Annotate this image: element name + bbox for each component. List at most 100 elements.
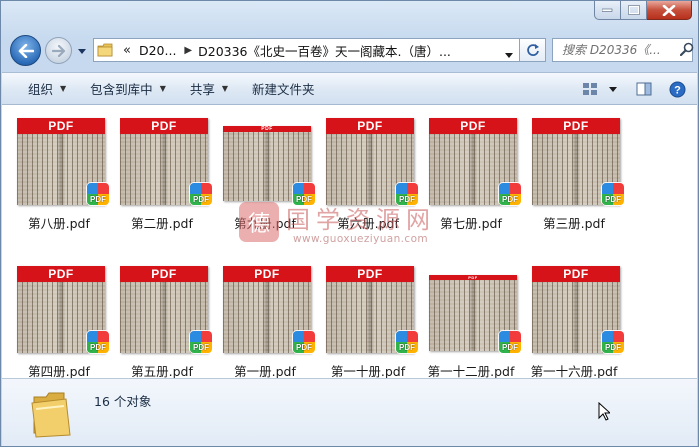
pdf-badge-text: PDF: [193, 343, 209, 352]
view-options-dropdown[interactable]: [607, 77, 619, 101]
breadcrumb-separator-icon[interactable]: ▶: [184, 45, 192, 56]
explorer-window: « D20... ▶ D20336《北史一百卷》天一阁藏本.（唐）... 组织 ▼…: [0, 0, 699, 447]
file-item[interactable]: PDF PDF 第一册.pdf: [215, 261, 315, 378]
minimize-button[interactable]: [594, 1, 621, 20]
pdf-app-icon: PDF: [87, 331, 109, 353]
pdf-badge-text: PDF: [502, 195, 518, 204]
pdf-badge-text: PDF: [605, 343, 621, 352]
pdf-app-icon: PDF: [396, 331, 418, 353]
file-item[interactable]: PDF PDF 第八册.pdf: [9, 113, 109, 243]
pdf-badge-text: PDF: [193, 195, 209, 204]
change-view-button[interactable]: [579, 77, 601, 101]
file-item[interactable]: PDF PDF 第四册.pdf: [9, 261, 109, 378]
back-button[interactable]: [10, 35, 41, 66]
pdf-band-label: PDF: [17, 118, 105, 134]
pdf-app-icon: PDF: [396, 183, 418, 205]
file-item[interactable]: PDF PDF 第三册.pdf: [524, 113, 624, 243]
file-name-label[interactable]: 第五册.pdf: [108, 361, 216, 378]
file-name-label[interactable]: 第九册.pdf: [211, 213, 319, 232]
file-name-label[interactable]: 第四册.pdf: [5, 361, 113, 378]
chevron-down-icon: ▼: [60, 84, 67, 93]
view-controls: ?: [573, 77, 689, 101]
file-item[interactable]: PDF PDF 第一十六册.pdf: [524, 261, 624, 378]
chevron-down-icon: [78, 48, 86, 54]
file-name-label[interactable]: 第二册.pdf: [108, 213, 216, 232]
pdf-app-icon: PDF: [87, 183, 109, 205]
preview-pane-button[interactable]: [631, 77, 657, 101]
file-item[interactable]: PDF PDF 第九册.pdf: [215, 113, 315, 243]
file-name-label[interactable]: 第一十六册.pdf: [520, 361, 628, 378]
help-button[interactable]: ?: [665, 77, 689, 101]
pdf-app-icon: PDF: [602, 183, 624, 205]
search-box[interactable]: [552, 38, 694, 62]
address-bar[interactable]: « D20... ▶ D20336《北史一百卷》天一阁藏本.（唐）...: [93, 38, 520, 62]
search-icon[interactable]: [679, 42, 694, 59]
pdf-badge-text: PDF: [502, 343, 518, 352]
address-dropdown-button[interactable]: [505, 46, 513, 61]
file-item[interactable]: PDF PDF 第六册.pdf: [318, 113, 418, 243]
maximize-button[interactable]: [621, 1, 647, 20]
chevron-down-icon: [609, 86, 617, 92]
item-count: 16 个对象: [94, 394, 152, 409]
chevron-down-icon: [505, 53, 513, 58]
include-in-library-menu[interactable]: 包含到库中 ▼: [80, 77, 176, 101]
share-menu[interactable]: 共享 ▼: [180, 77, 238, 101]
forward-button[interactable]: [45, 37, 72, 64]
pdf-badge-text: PDF: [605, 195, 621, 204]
details-pane: 16 个对象: [2, 378, 697, 446]
file-name-label[interactable]: 第八册.pdf: [5, 213, 113, 232]
pdf-band-label: PDF: [326, 118, 414, 134]
organize-menu[interactable]: 组织 ▼: [18, 77, 76, 101]
view-grid-icon: [583, 83, 597, 95]
pdf-badge-text: PDF: [399, 343, 415, 352]
search-input[interactable]: [560, 42, 676, 58]
svg-text:?: ?: [674, 84, 681, 96]
pdf-app-icon: PDF: [499, 183, 521, 205]
forward-arrow-icon: [51, 44, 65, 57]
new-folder-button[interactable]: 新建文件夹: [242, 77, 325, 101]
file-name-label[interactable]: 第六册.pdf: [314, 213, 422, 232]
recent-pages-dropdown[interactable]: [77, 46, 87, 56]
file-name-label[interactable]: 第一十二册.pdf: [417, 361, 525, 378]
file-name-label[interactable]: 第七册.pdf: [417, 213, 525, 232]
file-item[interactable]: PDF PDF 第五册.pdf: [112, 261, 212, 378]
organize-label: 组织: [28, 82, 54, 97]
close-button[interactable]: [647, 1, 692, 20]
back-arrow-icon: [18, 43, 34, 58]
caption-buttons: [594, 1, 692, 20]
pdf-band-label: PDF: [326, 266, 414, 282]
pdf-badge-text: PDF: [90, 343, 106, 352]
pdf-badge-text: PDF: [296, 343, 312, 352]
new-folder-label: 新建文件夹: [252, 82, 315, 97]
file-item[interactable]: PDF PDF 第七册.pdf: [421, 113, 521, 243]
pdf-app-icon: PDF: [293, 331, 315, 353]
chevron-down-icon: ▼: [159, 84, 166, 93]
pdf-badge-text: PDF: [90, 195, 106, 204]
pdf-app-icon: PDF: [190, 331, 212, 353]
file-list-area[interactable]: PDF PDF 第八册.pdf PDF PDF 第二册.pdf PDF PDF 第九册.pdf P…: [2, 105, 697, 378]
file-item[interactable]: PDF PDF 第一十册.pdf: [318, 261, 418, 378]
share-label: 共享: [189, 82, 215, 97]
breadcrumb-item[interactable]: D20...: [139, 43, 176, 58]
refresh-button[interactable]: [520, 38, 546, 62]
pdf-app-icon: PDF: [499, 331, 521, 353]
file-name-label[interactable]: 第三册.pdf: [520, 213, 628, 232]
chevron-down-icon: ▼: [221, 84, 229, 93]
file-name-label[interactable]: 第一册.pdf: [211, 361, 319, 378]
pdf-band-label: PDF: [532, 266, 620, 282]
folder-icon: [97, 41, 117, 59]
file-item[interactable]: PDF PDF 第一十二册.pdf: [421, 261, 521, 378]
command-bar: 组织 ▼ 包含到库中 ▼ 共享 ▼ 新建文件夹 ?: [2, 72, 697, 105]
pdf-app-icon: PDF: [190, 183, 212, 205]
pdf-band-label: PDF: [120, 118, 208, 134]
help-icon: ?: [669, 81, 685, 97]
refresh-icon: [526, 44, 539, 56]
breadcrumb-item[interactable]: D20336《北史一百卷》天一阁藏本.（唐）...: [198, 41, 451, 60]
pdf-badge-text: PDF: [399, 195, 415, 204]
file-item[interactable]: PDF PDF 第二册.pdf: [112, 113, 212, 243]
include-in-library-label: 包含到库中: [90, 82, 153, 97]
file-name-label[interactable]: 第一十册.pdf: [314, 361, 422, 378]
pdf-badge-text: PDF: [296, 195, 312, 204]
breadcrumb-overflow[interactable]: «: [123, 43, 131, 58]
pdf-band-label: PDF: [532, 118, 620, 134]
